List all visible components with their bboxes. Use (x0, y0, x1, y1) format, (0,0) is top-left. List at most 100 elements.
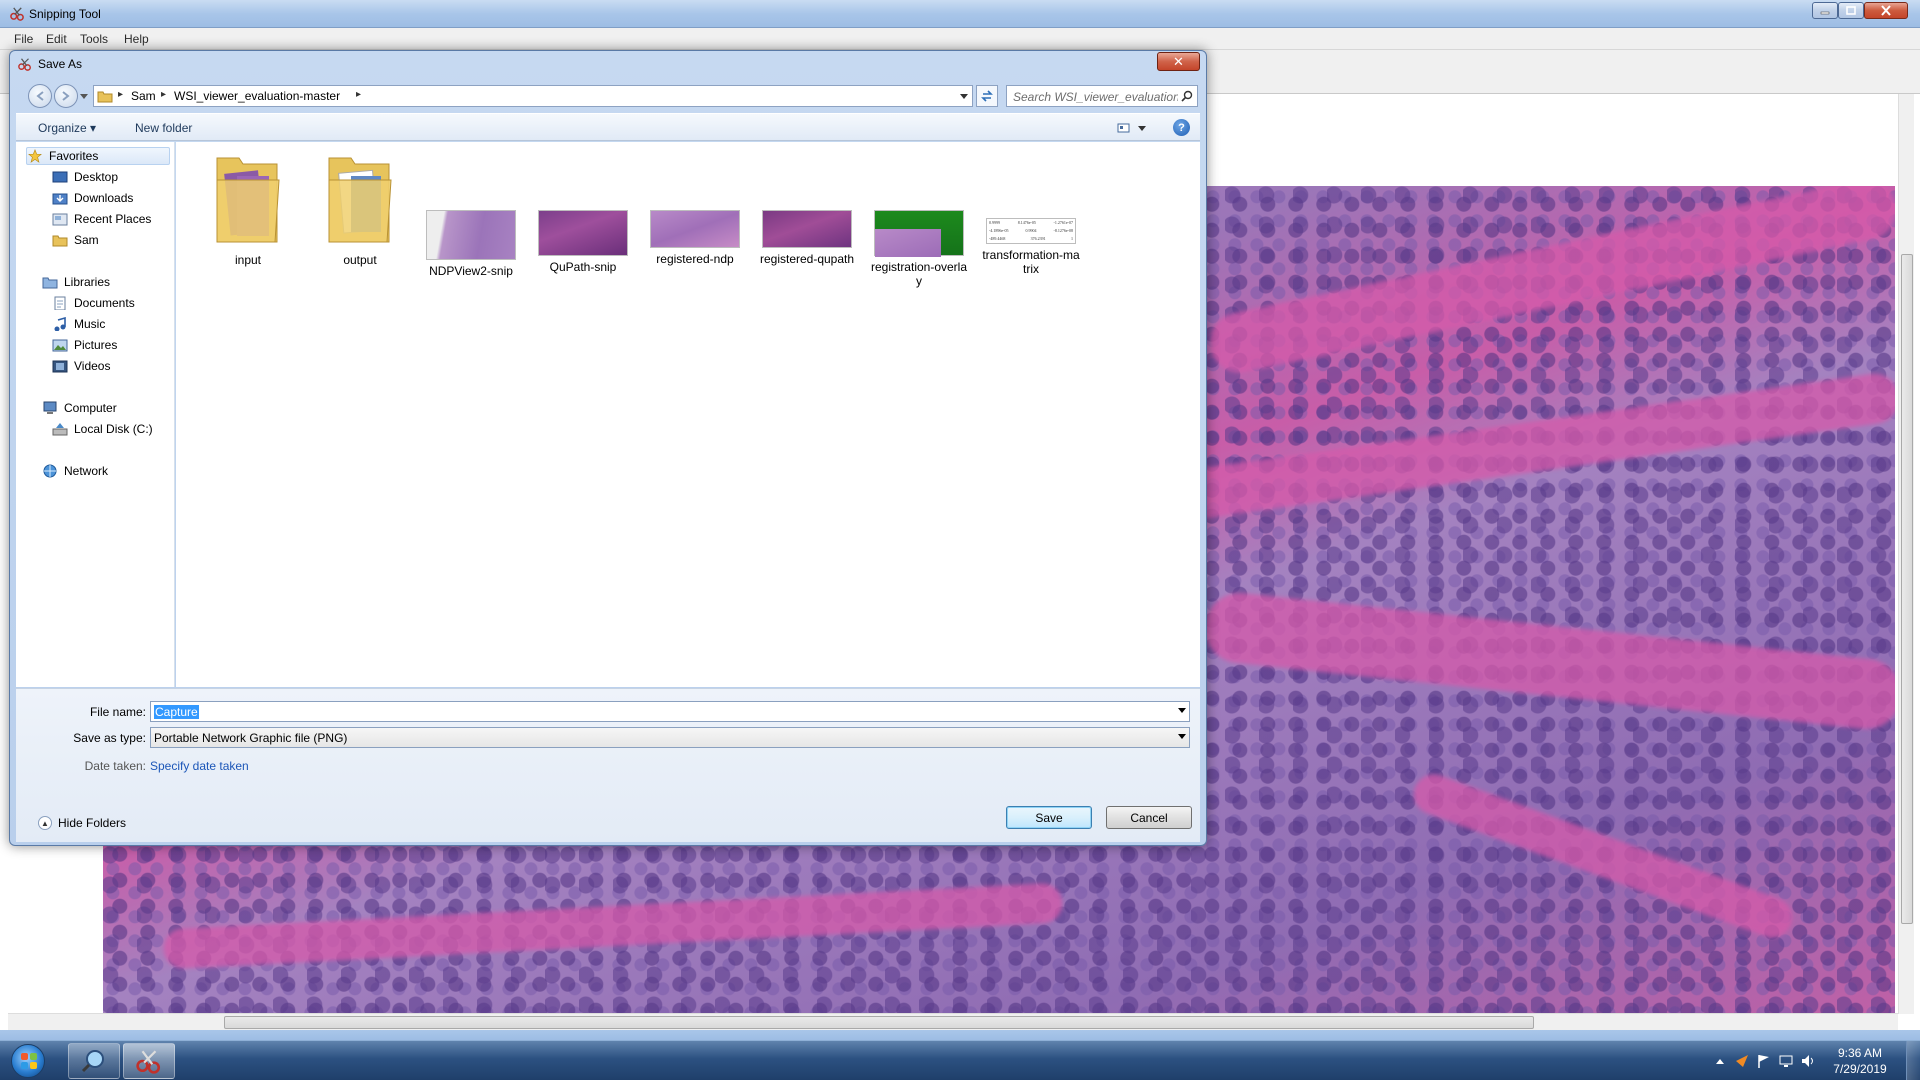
organize-button[interactable]: Organize ▾ (38, 121, 96, 135)
folder-icon (97, 91, 113, 103)
nav-desktop[interactable]: Desktop (52, 168, 118, 186)
file-name: NDPView2-snip (429, 264, 513, 278)
file-item-registered-qupath[interactable]: registered-qupath (757, 150, 857, 266)
local-disk-icon (52, 423, 68, 436)
volume-icon[interactable] (1800, 1053, 1816, 1069)
nav-favorites[interactable]: Favorites (26, 147, 170, 165)
nav-music[interactable]: Music (52, 315, 105, 333)
help-icon[interactable]: ? (1173, 119, 1190, 136)
save-button[interactable]: Save (1006, 806, 1092, 829)
file-name: transformation-matrix (982, 248, 1080, 276)
nav-label: Downloads (74, 191, 134, 205)
chevron-up-icon: ▲ (38, 816, 52, 830)
nav-local-disk[interactable]: Local Disk (C:) (52, 420, 153, 438)
new-folder-button[interactable]: New folder (135, 121, 192, 135)
file-item-registration-overlay[interactable]: registration-overlay (869, 150, 969, 288)
scissors-icon (136, 1050, 161, 1074)
file-item-ndpview2-snip[interactable]: NDPView2-snip (421, 150, 521, 278)
address-bar[interactable]: ▸ Sam ▸ WSI_viewer_evaluation-master ▸ (93, 85, 973, 107)
menu-edit[interactable]: Edit (46, 32, 67, 46)
action-center-flag-icon[interactable] (1756, 1053, 1772, 1069)
show-hidden-icons-icon[interactable] (1712, 1053, 1728, 1069)
recent-locations-icon[interactable] (80, 94, 88, 100)
network-status-icon[interactable] (1778, 1053, 1794, 1069)
vertical-scroll-thumb[interactable] (1901, 254, 1913, 924)
file-item-transformation-matrix[interactable]: 0.9999 8.1476e-05 -1.2761e-07 -4.1896e-05 0… (981, 150, 1081, 276)
videos-icon (52, 360, 68, 373)
music-icon (54, 317, 66, 331)
search-placeholder: Search WSI_viewer_evaluation... (1013, 90, 1178, 104)
nav-sam[interactable]: Sam (52, 231, 99, 249)
libraries-icon (42, 277, 58, 289)
minimize-button[interactable] (1812, 2, 1838, 19)
matrix-cell: 8.1476e-05 (1017, 220, 1036, 225)
taskbar-snipping-tool[interactable] (123, 1043, 175, 1079)
nav-label: Recent Places (74, 212, 152, 226)
show-desktop-button[interactable] (1906, 1041, 1920, 1080)
change-view-icon[interactable] (1117, 122, 1131, 134)
menu-file[interactable]: File (14, 32, 33, 46)
back-button[interactable] (28, 84, 52, 108)
breadcrumb-sam[interactable]: Sam (131, 89, 156, 103)
file-name-label: File name: (89, 705, 146, 719)
close-icon: ✕ (1173, 54, 1184, 69)
nav-videos[interactable]: Videos (52, 357, 110, 375)
nav-network[interactable]: Network (42, 462, 108, 480)
refresh-button[interactable] (976, 85, 998, 107)
specify-date-taken-link[interactable]: Specify date taken (150, 759, 249, 773)
file-item-qupath-snip[interactable]: QuPath-snip (533, 150, 633, 274)
hide-folders-button[interactable]: ▲ Hide Folders (38, 816, 126, 830)
cancel-button[interactable]: Cancel (1106, 806, 1192, 829)
chevron-down-icon[interactable] (960, 94, 968, 100)
file-name: QuPath-snip (549, 260, 617, 274)
file-name-field[interactable]: Capture (150, 701, 1190, 722)
file-item-output[interactable]: output (310, 150, 410, 267)
breadcrumb-current-folder[interactable]: WSI_viewer_evaluation-master (174, 89, 340, 103)
menu-help[interactable]: Help (124, 32, 149, 46)
matrix-cell: -8.1276e-08 (1053, 228, 1073, 233)
save-type-select[interactable]: Portable Network Graphic file (PNG) (150, 727, 1190, 748)
nav-label: Desktop (74, 170, 119, 184)
save-type-label: Save as type: (73, 731, 146, 745)
search-box[interactable]: Search WSI_viewer_evaluation... (1006, 85, 1198, 107)
menu-tools[interactable]: Tools (80, 32, 108, 46)
file-name: registration-overlay (870, 260, 968, 288)
image-thumbnail (762, 210, 852, 248)
view-options-chevron-icon[interactable] (1138, 126, 1146, 131)
maximize-button[interactable] (1838, 2, 1864, 19)
horizontal-scroll-thumb[interactable] (224, 1016, 1534, 1029)
nav-downloads[interactable]: Downloads (52, 189, 133, 207)
nav-pictures[interactable]: Pictures (52, 336, 117, 354)
hide-folders-label: Hide Folders (58, 816, 127, 830)
start-button[interactable] (4, 1042, 52, 1080)
matrix-cell: -489.4468 (989, 236, 1006, 241)
nav-recent-places[interactable]: Recent Places (52, 210, 151, 228)
nav-computer[interactable]: Computer (42, 399, 117, 417)
breadcrumb-separator-icon[interactable]: ▸ (161, 89, 166, 100)
app-tray-icon[interactable] (1734, 1053, 1750, 1069)
network-icon (43, 464, 57, 478)
vertical-scrollbar[interactable] (1898, 94, 1914, 1014)
nav-label: Documents (74, 296, 135, 310)
file-item-input[interactable]: input (198, 150, 298, 267)
dialog-close-button[interactable]: ✕ (1157, 52, 1200, 71)
breadcrumb-separator-icon[interactable]: ▸ (118, 89, 123, 100)
forward-button[interactable] (54, 84, 78, 108)
matrix-cell: -4.1896e-05 (989, 228, 1009, 233)
horizontal-scrollbar[interactable] (8, 1013, 1898, 1030)
date-taken-label: Date taken: (84, 759, 146, 773)
minimize-icon (1820, 11, 1830, 14)
refresh-icon (981, 90, 993, 102)
chevron-down-icon[interactable] (1178, 734, 1186, 739)
nav-label: Pictures (74, 338, 118, 352)
nav-documents[interactable]: Documents (52, 294, 135, 312)
breadcrumb-separator-icon[interactable]: ▸ (356, 89, 361, 100)
image-thumbnail: 0.9999 8.1476e-05 -1.2761e-07 -4.1896e-05 0… (986, 218, 1076, 244)
window-close-button[interactable] (1864, 2, 1908, 19)
file-item-registered-ndp[interactable]: registered-ndp (645, 150, 745, 266)
system-clock[interactable]: 9:36 AM 7/29/2019 (1830, 1045, 1890, 1077)
window-title: Snipping Tool (29, 7, 101, 21)
nav-libraries[interactable]: Libraries (42, 273, 110, 291)
chevron-down-icon[interactable] (1178, 708, 1186, 713)
taskbar-magnifier-app[interactable] (68, 1043, 120, 1079)
